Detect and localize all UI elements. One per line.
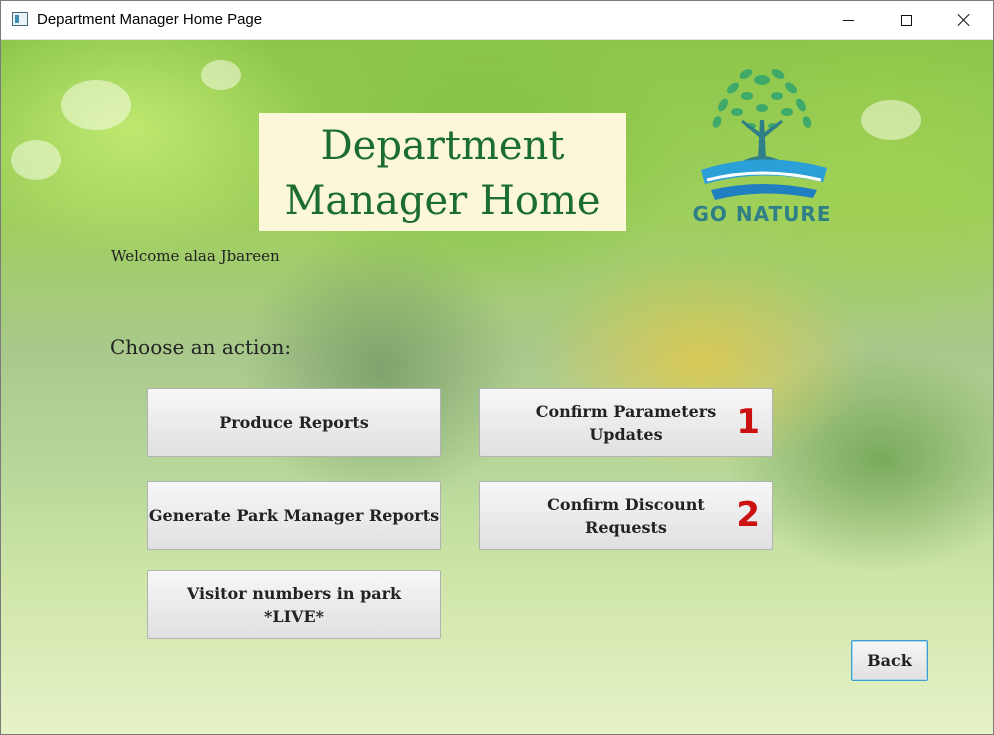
maximize-button[interactable] [877,1,935,39]
page-title-line2: Manager Home [284,178,601,224]
confirm-parameters-label: Confirm Parameters Updates [535,401,717,444]
pending-count-badge: 2 [736,495,760,535]
background-light [61,80,131,130]
go-nature-logo: GO NATURE [681,50,843,230]
background-light [861,100,921,140]
app-icon [12,12,28,26]
page-title-box: Department Manager Home [259,113,626,231]
choose-action-label: Choose an action: [110,335,292,359]
produce-reports-button[interactable]: Produce Reports [147,388,441,457]
visitor-numbers-live-button[interactable]: Visitor numbers in park *LIVE* [147,570,441,639]
close-button[interactable] [935,1,993,39]
tree-logo-icon [701,69,827,200]
window-title: Department Manager Home Page [37,11,263,28]
confirm-discount-requests-button[interactable]: Confirm Discount Requests 2 [479,481,773,550]
background-light [201,60,241,90]
background-light [11,140,61,180]
back-label: Back [867,651,912,670]
generate-park-reports-label: Generate Park Manager Reports [148,506,440,525]
welcome-text: Welcome alaa Jbareen [111,247,280,265]
minimize-button[interactable] [819,1,877,39]
pending-count-badge: 1 [736,402,760,442]
produce-reports-label: Produce Reports [219,413,369,432]
maximize-icon [900,14,912,26]
confirm-parameters-updates-button[interactable]: Confirm Parameters Updates 1 [479,388,773,457]
main-content: Department Manager Home GO NATURE Welcom… [1,40,993,734]
confirm-discount-label: Confirm Discount Requests [547,494,705,537]
close-icon [957,13,971,27]
logo-text: GO NATURE [692,202,832,226]
visitor-numbers-label: Visitor numbers in park *LIVE* [186,583,402,626]
generate-park-manager-reports-button[interactable]: Generate Park Manager Reports [147,481,441,550]
minimize-icon [842,19,854,21]
page-title-line1: Department [320,123,565,169]
page-title: Department Manager Home [259,119,626,229]
back-button[interactable]: Back [851,640,928,681]
app-window: Department Manager Home Page Department … [0,0,994,735]
title-bar: Department Manager Home Page [1,1,993,40]
